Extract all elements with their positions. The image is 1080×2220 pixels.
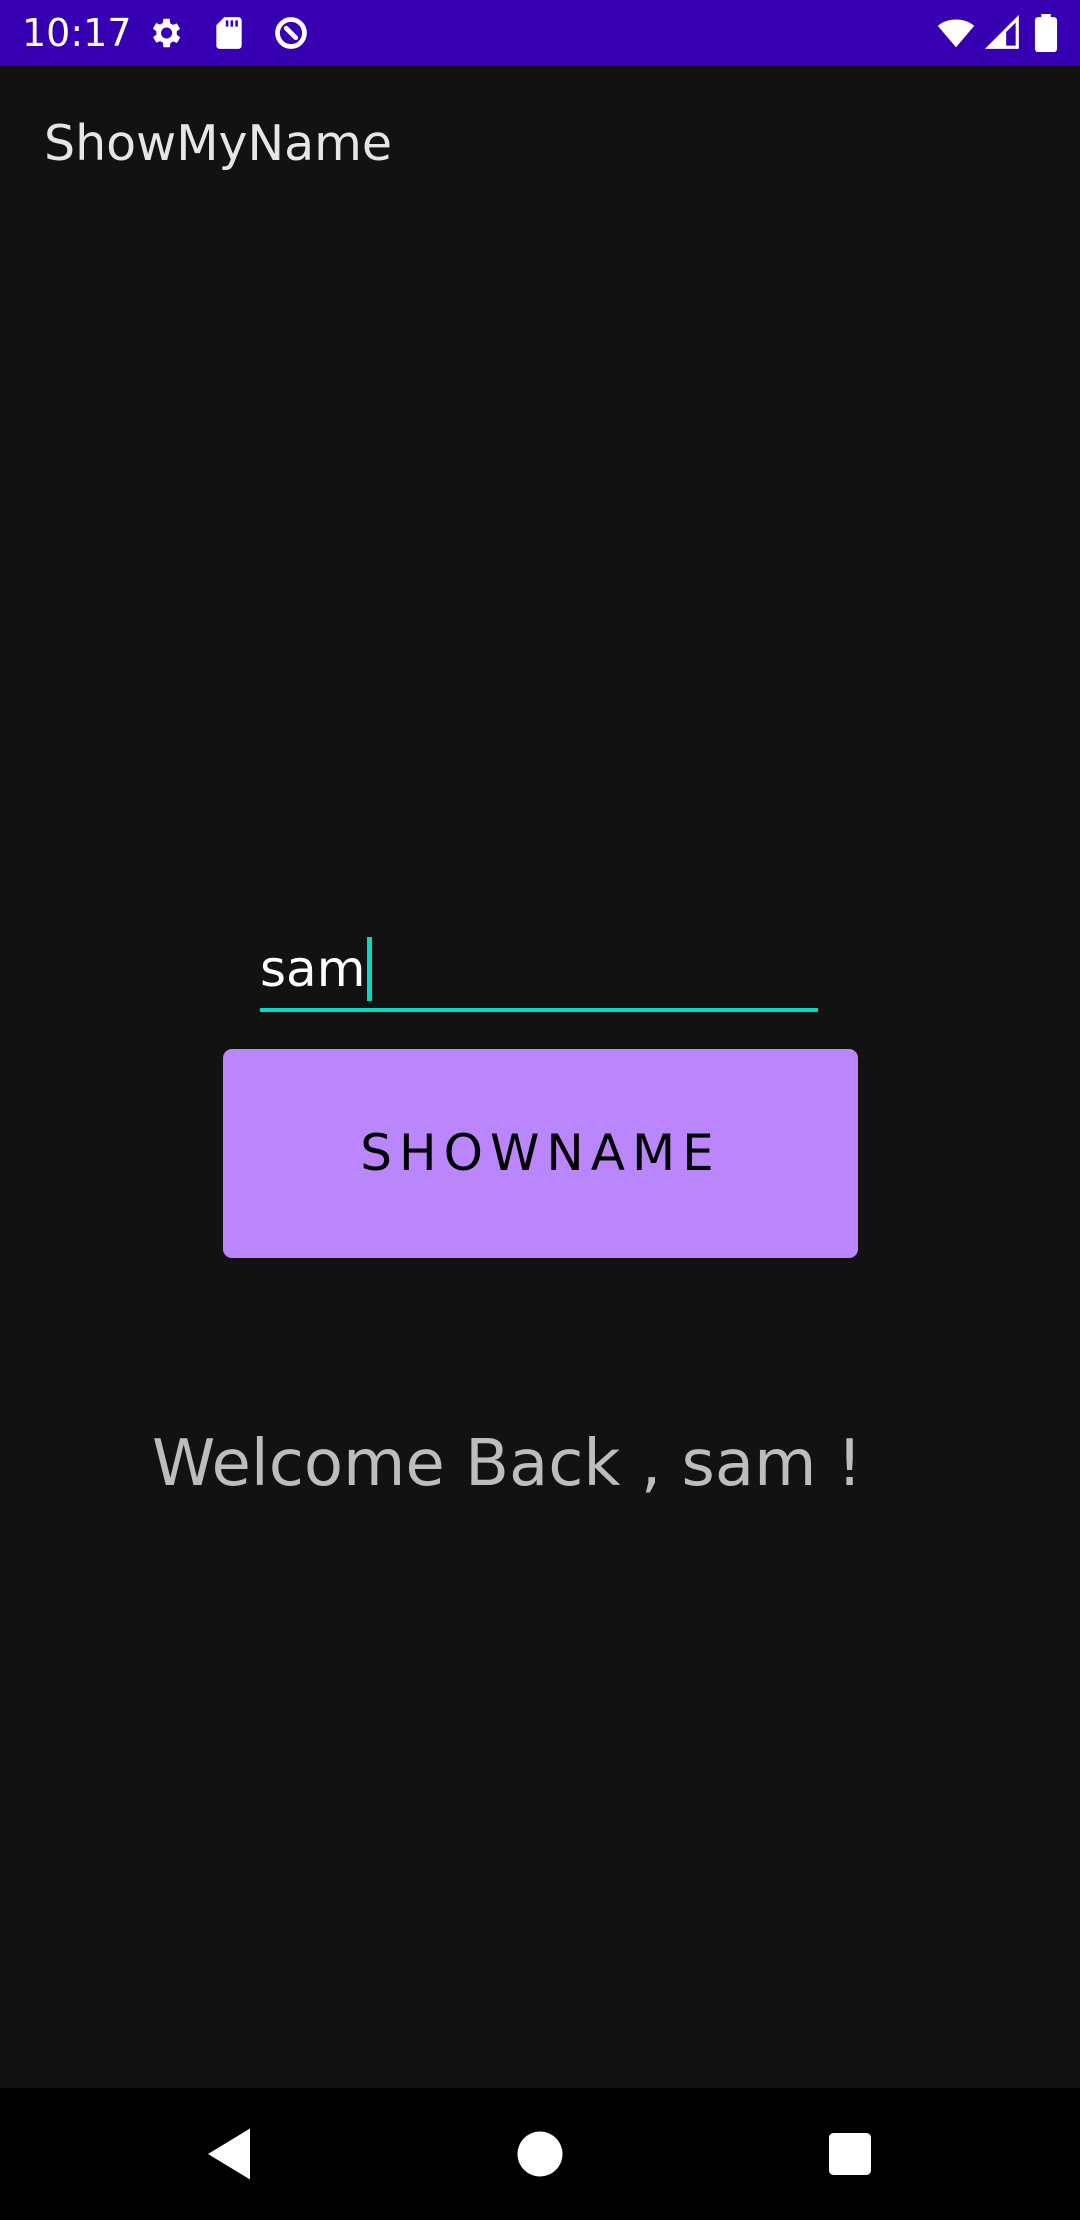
app-title: ShowMyName: [44, 115, 393, 172]
wifi-icon: [934, 14, 978, 52]
gear-icon: [146, 14, 184, 52]
home-icon[interactable]: [504, 2118, 576, 2190]
battery-icon: [1032, 14, 1060, 52]
recents-icon[interactable]: [814, 2118, 886, 2190]
name-input[interactable]: sam: [260, 936, 373, 1001]
text-cursor: [367, 936, 373, 1001]
show-name-button[interactable]: SHOWNAME: [223, 1049, 858, 1258]
input-underline: [260, 1008, 818, 1012]
sd-card-icon: [210, 14, 248, 52]
navigation-bar: [0, 2088, 1080, 2220]
name-input-value: sam: [260, 940, 366, 998]
app-screen: 10:17 ShowMyName sam SHOWNAME Welcome Ba…: [0, 0, 1080, 2220]
welcome-message: Welcome Back , sam !: [152, 1427, 863, 1501]
back-icon[interactable]: [196, 2118, 268, 2190]
status-time: 10:17: [22, 11, 132, 55]
data-saver-icon: [272, 14, 310, 52]
status-bar: 10:17: [0, 0, 1080, 66]
cell-signal-icon: [984, 14, 1022, 52]
name-input-field[interactable]: sam: [260, 930, 818, 1014]
